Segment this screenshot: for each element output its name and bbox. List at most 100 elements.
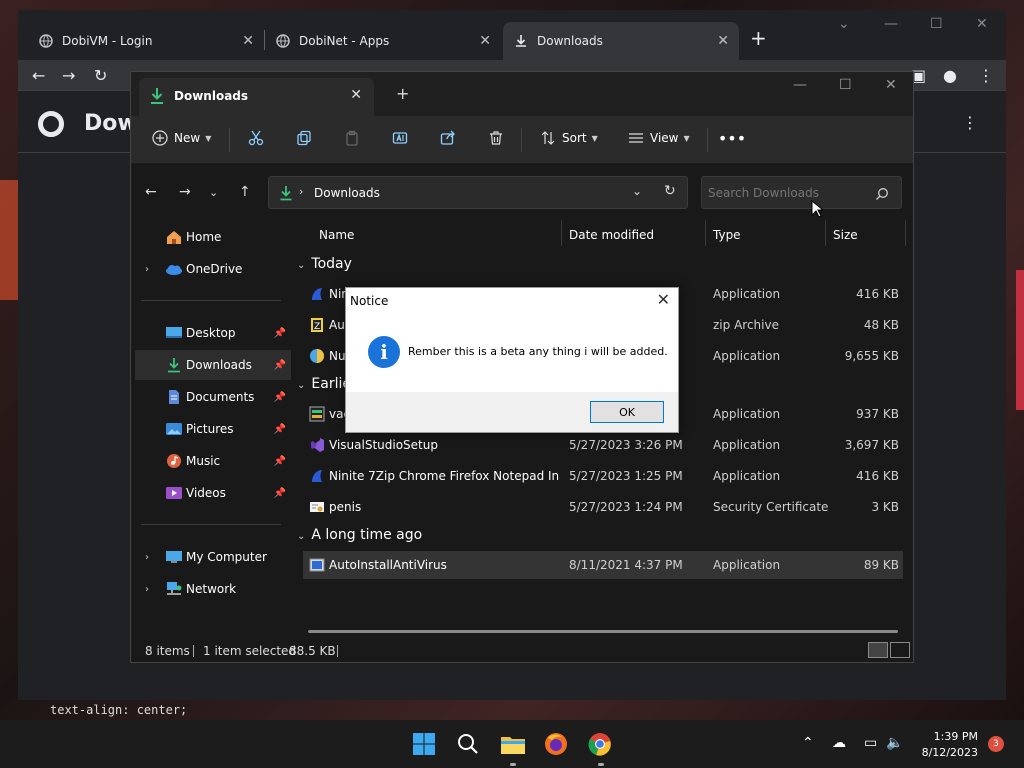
details-view-toggle[interactable] bbox=[868, 642, 888, 658]
nav-item-documents[interactable]: Documents 📌 bbox=[135, 382, 291, 412]
file-type: Application bbox=[713, 349, 781, 363]
breadcrumb[interactable]: Downloads bbox=[314, 186, 380, 200]
minimize-icon[interactable]: — bbox=[884, 16, 898, 32]
new-tab-plus-icon[interactable]: + bbox=[396, 84, 409, 103]
minimize-icon[interactable]: — bbox=[793, 77, 807, 93]
pin-icon[interactable]: 📌 bbox=[274, 392, 286, 403]
close-icon[interactable]: ✕ bbox=[350, 87, 362, 103]
large-icons-view-toggle[interactable] bbox=[890, 642, 910, 658]
nav-item-videos[interactable]: Videos 📌 bbox=[135, 478, 291, 508]
nav-item-desktop[interactable]: Desktop 📌 bbox=[135, 318, 291, 348]
search-icon[interactable] bbox=[456, 732, 482, 758]
address-history-chevron-icon[interactable]: ⌄ bbox=[632, 184, 642, 198]
forward-arrow-icon[interactable]: → bbox=[62, 66, 75, 85]
rename-button[interactable] bbox=[391, 129, 414, 147]
profile-avatar-icon[interactable]: ● bbox=[943, 66, 957, 85]
ok-button[interactable]: OK bbox=[590, 401, 664, 423]
network-icon[interactable]: ▭ bbox=[864, 735, 877, 751]
chrome-tab-downloads[interactable]: Downloads ✕ bbox=[503, 22, 739, 60]
up-arrow-icon[interactable]: ↑ bbox=[239, 184, 251, 200]
close-icon[interactable]: ✕ bbox=[717, 33, 729, 49]
search-box[interactable] bbox=[701, 176, 902, 209]
file-row-selected[interactable]: AutoInstallAntiVirus 8/11/2021 4:37 PM A… bbox=[303, 551, 903, 579]
column-divider[interactable] bbox=[905, 220, 906, 246]
dialog-title: Notice bbox=[350, 294, 389, 308]
pin-icon[interactable]: 📌 bbox=[274, 360, 286, 371]
chrome-tab-dobinet-apps[interactable]: DobiNet - Apps ✕ bbox=[265, 22, 501, 60]
nav-item-network[interactable]: › Network bbox=[135, 574, 291, 604]
tab-search-chevron-icon[interactable]: ⌄ bbox=[838, 16, 850, 32]
delete-button[interactable] bbox=[487, 129, 510, 147]
maximize-icon[interactable]: ☐ bbox=[930, 16, 943, 32]
chevron-right-icon[interactable]: › bbox=[145, 552, 149, 563]
close-icon[interactable]: ✕ bbox=[657, 290, 670, 309]
column-header-size[interactable]: Size bbox=[833, 228, 858, 242]
chevron-right-icon[interactable]: › bbox=[145, 264, 149, 275]
chevron-down-icon: ▼ bbox=[205, 133, 212, 143]
reload-icon[interactable]: ↻ bbox=[94, 66, 107, 85]
copy-button[interactable] bbox=[295, 129, 318, 147]
search-input[interactable] bbox=[708, 184, 868, 202]
column-divider[interactable] bbox=[561, 220, 562, 246]
file-row[interactable]: VisualStudioSetup 5/27/2023 3:26 PM Appl… bbox=[303, 431, 903, 459]
nav-item-pictures[interactable]: Pictures 📌 bbox=[135, 414, 291, 444]
more-options-button[interactable]: ••• bbox=[718, 129, 746, 148]
volume-icon[interactable]: 🔈 bbox=[886, 735, 903, 751]
chrome-tab-dobivm-login[interactable]: DobiVM - Login ✕ bbox=[28, 22, 264, 60]
view-button[interactable]: View ▼ bbox=[627, 129, 690, 147]
paste-button[interactable] bbox=[343, 129, 366, 147]
nav-item-music[interactable]: Music 📌 bbox=[135, 446, 291, 476]
nav-item-home[interactable]: Home bbox=[135, 222, 291, 252]
column-header-date[interactable]: Date modified bbox=[569, 228, 654, 242]
file-row[interactable]: penis 5/27/2023 1:24 PM Security Certifi… bbox=[303, 493, 903, 521]
new-tab-plus-icon[interactable]: + bbox=[750, 26, 767, 50]
close-window-icon[interactable]: ✕ bbox=[885, 77, 897, 93]
clock-date: 8/12/2023 bbox=[921, 746, 978, 759]
pin-icon[interactable]: 📌 bbox=[274, 424, 286, 435]
start-windows-icon[interactable] bbox=[412, 732, 438, 758]
new-button[interactable]: New ▼ bbox=[151, 129, 211, 147]
recent-chevron-down-icon[interactable]: ⌄ bbox=[209, 186, 218, 199]
notification-badge[interactable]: 3 bbox=[988, 736, 1004, 752]
page-menu-kebab-icon[interactable]: ⋮ bbox=[962, 113, 978, 132]
file-row[interactable]: Ninite 7Zip Chrome Firefox Notepad Inst.… bbox=[303, 462, 903, 490]
maximize-icon[interactable]: ☐ bbox=[839, 77, 852, 93]
chrome-tab-label: Downloads bbox=[537, 34, 603, 48]
forward-arrow-icon[interactable]: → bbox=[179, 184, 191, 200]
chrome-browser-icon[interactable] bbox=[588, 732, 614, 758]
refresh-icon[interactable]: ↻ bbox=[664, 183, 676, 199]
close-icon[interactable]: ✕ bbox=[242, 33, 254, 49]
sort-button[interactable]: Sort ▼ bbox=[539, 129, 598, 147]
nav-item-downloads[interactable]: Downloads 📌 bbox=[135, 350, 291, 380]
explorer-tab-downloads[interactable]: Downloads ✕ bbox=[139, 78, 374, 116]
file-size: 416 KB bbox=[856, 469, 899, 483]
address-bar[interactable]: › Downloads ⌄ ↻ bbox=[268, 176, 688, 209]
cut-button[interactable] bbox=[247, 129, 270, 147]
close-icon[interactable]: ✕ bbox=[479, 33, 491, 49]
column-divider[interactable] bbox=[825, 220, 826, 246]
close-window-icon[interactable]: ✕ bbox=[976, 16, 988, 32]
file-explorer-icon[interactable] bbox=[500, 732, 526, 758]
group-header-long-time-ago[interactable]: ⌄ A long time ago bbox=[297, 527, 422, 543]
chrome-menu-kebab-icon[interactable]: ⋮ bbox=[978, 66, 994, 85]
pin-icon[interactable]: 📌 bbox=[274, 328, 286, 339]
column-divider[interactable] bbox=[705, 220, 706, 246]
back-arrow-icon[interactable]: ← bbox=[32, 66, 45, 85]
horizontal-scrollbar[interactable] bbox=[308, 630, 898, 633]
search-icon[interactable] bbox=[875, 186, 889, 205]
pin-icon[interactable]: 📌 bbox=[274, 456, 286, 467]
cloud-offline-icon[interactable]: ☁ bbox=[832, 735, 846, 751]
column-header-type[interactable]: Type bbox=[713, 228, 741, 242]
pin-icon[interactable]: 📌 bbox=[274, 488, 286, 499]
share-button[interactable] bbox=[439, 129, 462, 147]
nav-item-onedrive[interactable]: › OneDrive bbox=[135, 254, 291, 284]
firefox-icon[interactable] bbox=[544, 732, 570, 758]
group-header-earlier[interactable]: ⌄ Earlie bbox=[297, 376, 351, 392]
chevron-right-icon[interactable]: › bbox=[145, 584, 149, 595]
group-header-today[interactable]: ⌄ Today bbox=[297, 256, 352, 272]
chevron-up-icon[interactable]: ⌃ bbox=[802, 735, 814, 751]
nav-item-my-computer[interactable]: › My Computer bbox=[135, 542, 291, 572]
back-arrow-icon[interactable]: ← bbox=[145, 184, 157, 200]
system-clock[interactable]: 1:39 PM 8/12/2023 bbox=[906, 729, 978, 761]
column-header-name[interactable]: Name bbox=[319, 228, 354, 242]
